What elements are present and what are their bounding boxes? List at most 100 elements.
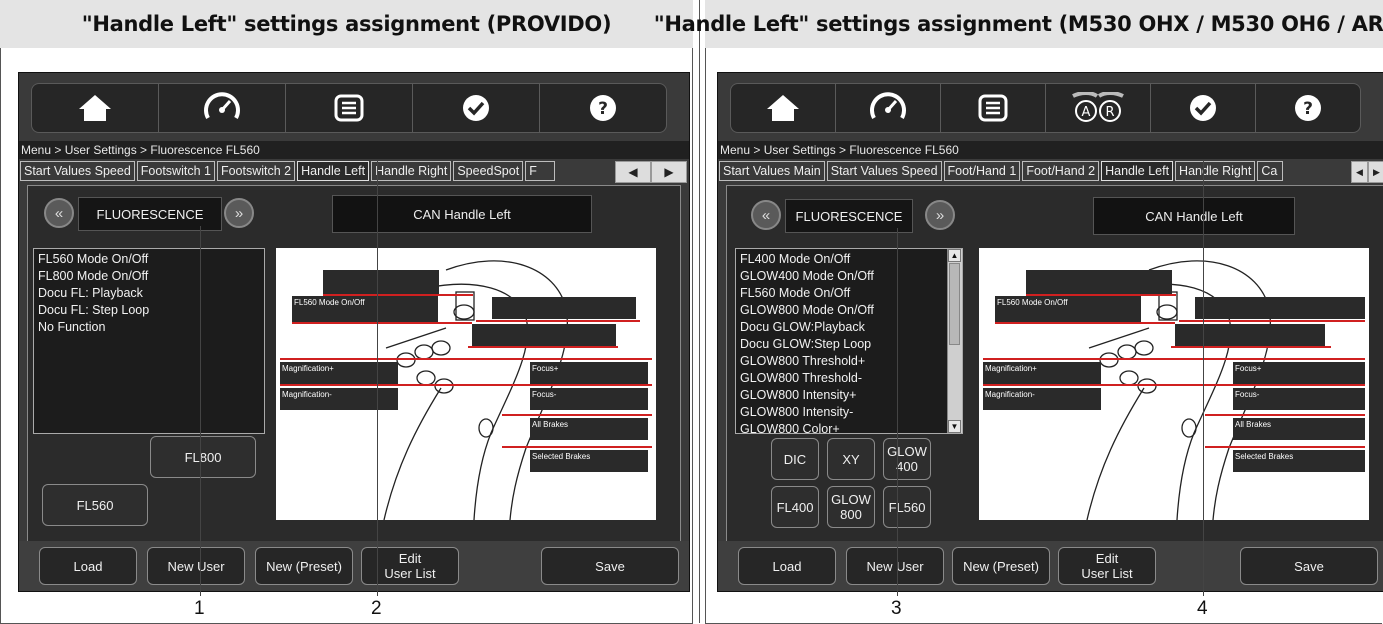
tab-speedspot[interactable]: SpeedSpot [453,161,524,181]
tab-foot-hand-1[interactable]: Foot/Hand 1 [943,161,1021,181]
ar-button[interactable]: AR [1045,83,1150,133]
tab-scroll-right-button[interactable]: ▶ [651,161,687,183]
list-item[interactable]: GLOW800 Color+ [740,421,944,433]
speed-button[interactable] [835,83,940,133]
scroll-down-button[interactable]: ▼ [948,420,961,433]
list-item[interactable]: GLOW800 Threshold+ [740,353,944,370]
can-title: CAN Handle Left [1093,197,1295,235]
tab-handle-left[interactable]: Handle Left [1101,161,1174,181]
fl560-button[interactable]: FL560 [883,486,931,528]
right-panel: "Handle Left" settings assignment (M530 … [654,0,1383,624]
triangle-left-icon: ◀ [628,165,638,179]
callout-pointer [200,226,201,596]
new-user-button[interactable]: New User [846,547,944,585]
menu-button[interactable] [285,83,412,133]
glow400-label-line1: GLOW [887,444,927,459]
svg-text:A: A [1082,105,1091,120]
menu-button[interactable] [940,83,1045,133]
list-scrollbar[interactable]: ▲ ▼ [947,249,962,433]
glow400-button[interactable]: GLOW 400 [883,438,931,480]
callout-line [280,384,652,386]
double-chevron-right-icon: » [935,206,945,224]
load-button[interactable]: Load [738,547,836,585]
list-item[interactable]: FL400 Mode On/Off [740,251,944,268]
tab-truncated[interactable]: Ca [1257,161,1284,181]
tab-footswitch-2[interactable]: Footswitch 2 [216,161,296,181]
edit-user-list-button[interactable]: Edit User List [1058,547,1156,585]
new-preset-button[interactable]: New (Preset) [952,547,1050,585]
glow800-button[interactable]: GLOW 800 [827,486,875,528]
list-item[interactable]: FL560 Mode On/Off [740,285,944,302]
scroll-thumb[interactable] [949,263,960,345]
callout-pointer [897,228,898,596]
dic-button[interactable]: DIC [771,438,819,480]
next-mode-button[interactable]: » [224,198,254,228]
next-mode-button[interactable]: » [925,200,955,230]
list-item[interactable]: Docu GLOW:Playback [740,319,944,336]
list-item[interactable]: Docu FL: Step Loop [38,302,260,319]
diagram-label-all-brakes: All Brakes [530,418,648,440]
tab-foot-hand-2[interactable]: Foot/Hand 2 [1022,161,1100,181]
callout-number: 1 [194,598,205,619]
bottom-button-bar: Load New User New (Preset) Edit User Lis… [19,541,689,591]
list-item[interactable]: GLOW800 Intensity- [740,404,944,421]
list-item[interactable]: FL560 Mode On/Off [38,251,260,268]
list-item[interactable]: No Function [38,319,260,336]
edit-user-list-button[interactable]: Edit User List [361,547,459,585]
breadcrumb: Menu > User Settings > Fluorescence FL56… [718,141,1383,159]
home-button[interactable] [31,83,158,133]
list-item[interactable]: GLOW400 Mode On/Off [740,268,944,285]
blank-label-box [323,270,439,294]
mode-title: FLUORESCENCE [785,199,913,233]
tab-handle-left[interactable]: Handle Left [297,161,370,181]
new-user-button[interactable]: New User [147,547,245,585]
tab-scroll-right-button[interactable]: ▶ [1368,161,1383,183]
edit-label-line1: Edit [398,551,422,566]
help-button[interactable]: ? [539,83,667,133]
function-list[interactable]: FL400 Mode On/Off GLOW400 Mode On/Off FL… [735,248,963,434]
tab-start-values-speed[interactable]: Start Values Speed [826,161,942,181]
edit-label-line2: User List [1081,566,1133,581]
list-item[interactable]: FL800 Mode On/Off [38,268,260,285]
tab-scroll-left-button[interactable]: ◀ [1351,161,1368,183]
function-list[interactable]: FL560 Mode On/Off FL800 Mode On/Off Docu… [33,248,265,434]
tab-handle-right[interactable]: Handle Right [1175,161,1256,181]
new-preset-button[interactable]: New (Preset) [255,547,353,585]
tab-start-values-speed[interactable]: Start Values Speed [20,161,135,181]
fl560-button[interactable]: FL560 [42,484,148,526]
panel-divider [699,0,700,623]
save-button[interactable]: Save [541,547,679,585]
triangle-left-icon: ◀ [1356,166,1363,177]
list-item[interactable]: GLOW800 Intensity+ [740,387,944,404]
home-button[interactable] [730,83,835,133]
list-item[interactable]: Docu FL: Playback [38,285,260,302]
list-item[interactable]: GLOW800 Threshold- [740,370,944,387]
prev-mode-button[interactable]: « [751,200,781,230]
tab-start-values-main[interactable]: Start Values Main [719,161,825,181]
callout-number: 4 [1197,598,1208,619]
prev-mode-button[interactable]: « [44,198,74,228]
check-icon [1190,95,1216,121]
tab-truncated[interactable]: F [525,161,556,181]
save-button[interactable]: Save [1240,547,1378,585]
list-item[interactable]: GLOW800 Mode On/Off [740,302,944,319]
scroll-up-button[interactable]: ▲ [948,249,961,262]
fl400-button[interactable]: FL400 [771,486,819,528]
load-button[interactable]: Load [39,547,137,585]
blank-label-box [472,324,616,346]
fl800-button[interactable]: FL800 [150,436,256,478]
content-area: « FLUORESCENCE » CAN Handle Left FL560 M… [27,185,681,543]
bottom-button-bar: Load New User New (Preset) Edit User Lis… [718,541,1383,591]
diagram-label-focus-minus: Focus- [1233,388,1365,410]
callout-line [1205,446,1365,448]
speed-button[interactable] [158,83,285,133]
tab-handle-right[interactable]: Handle Right [371,161,452,181]
tab-scroll-left-button[interactable]: ◀ [615,161,651,183]
help-button[interactable]: ? [1255,83,1361,133]
xy-button[interactable]: XY [827,438,875,480]
confirm-button[interactable] [1150,83,1255,133]
list-item[interactable]: Docu GLOW:Step Loop [740,336,944,353]
confirm-button[interactable] [412,83,539,133]
callout-line [983,384,1365,386]
tab-footswitch-1[interactable]: Footswitch 1 [136,161,215,181]
